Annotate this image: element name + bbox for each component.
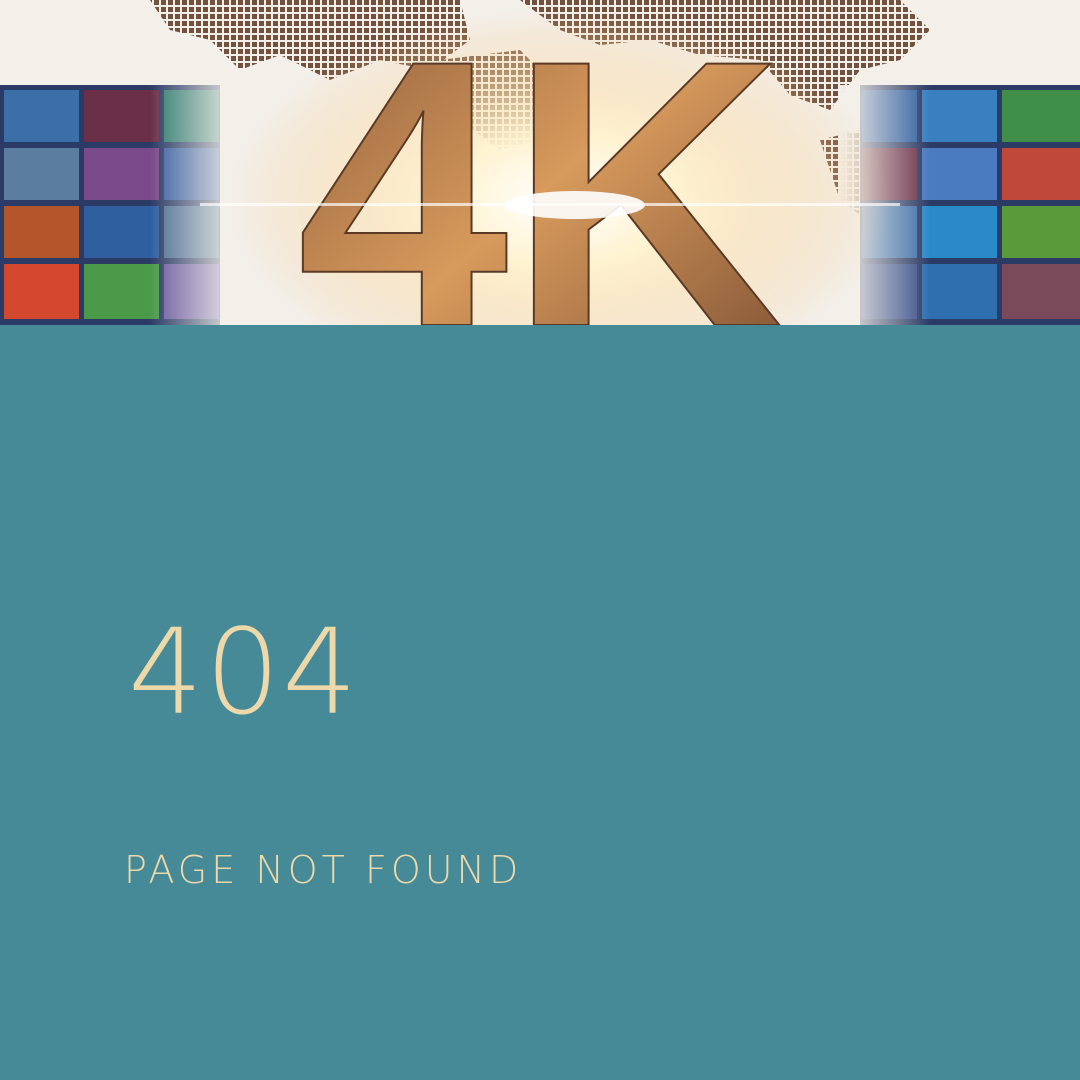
hero-4k-graphic-text: 4K [297,0,783,325]
error-code: 404 [128,603,360,741]
world-map-4k-banner-icon: 4K [0,0,1080,325]
error-message: PAGE NOT FOUND [124,848,523,892]
hero-banner: 4K [0,0,1080,325]
error-panel: 404 PAGE NOT FOUND [0,325,1080,1080]
